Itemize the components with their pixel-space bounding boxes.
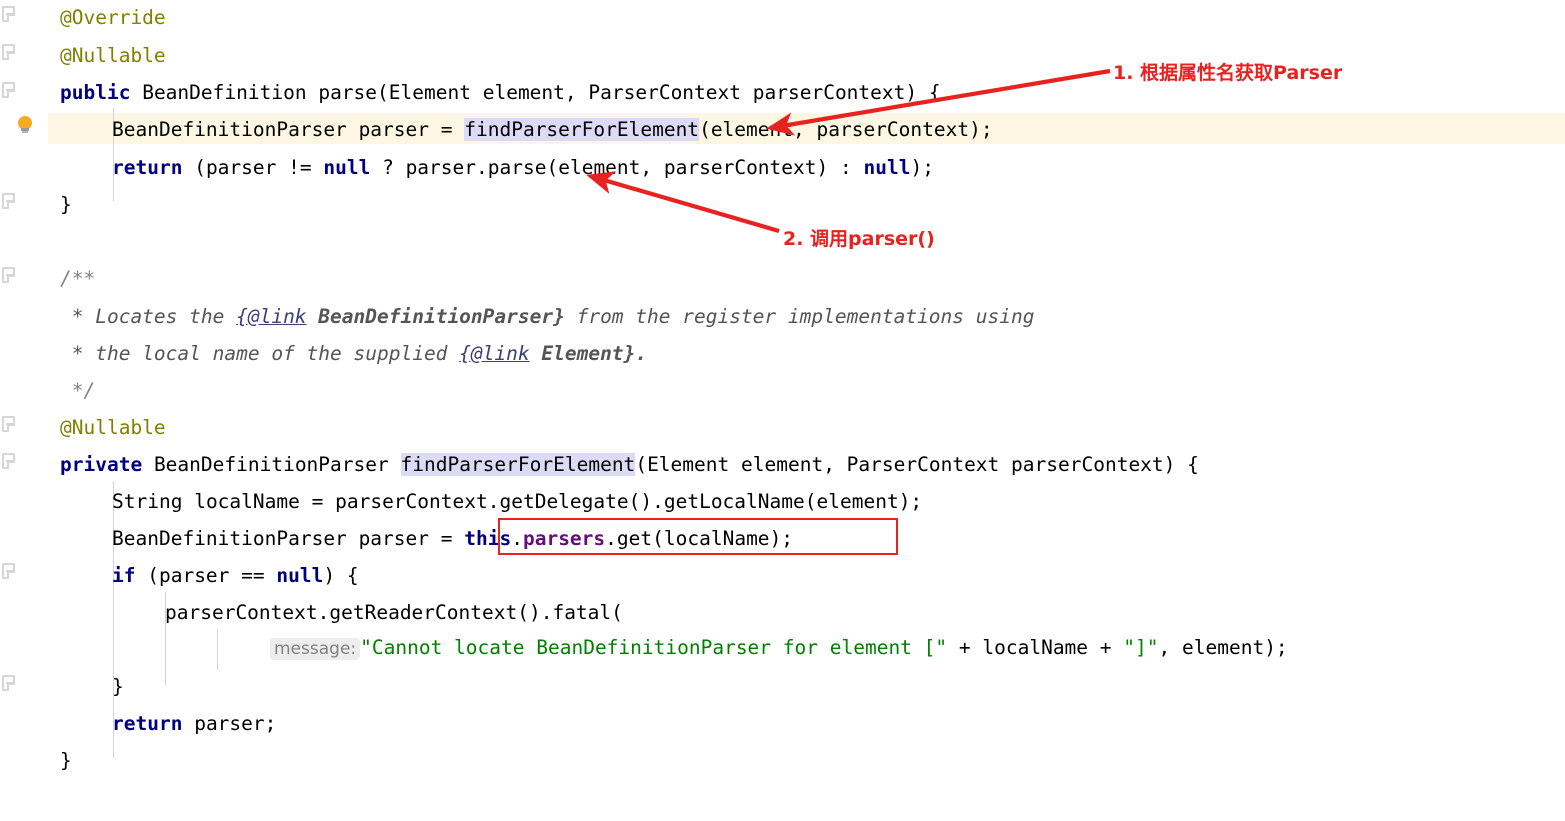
fold-region-icon[interactable] [2,267,17,284]
param-parser-context: parserContext [816,118,970,141]
var-local-name: localName [663,527,770,550]
parameter-hint-message: message: [270,638,361,660]
var-local-name: localName [194,490,300,513]
param-parser-context: parserContext [335,490,488,513]
param-element: element [741,453,824,476]
var-parser: parser [194,712,265,735]
keyword-private: private [60,453,143,476]
javadoc-link-tag[interactable]: {@link [236,305,306,328]
type-parser-context: ParserContext [846,453,1000,476]
method-find-parser-for-element[interactable]: findParserForElement [400,453,636,476]
method-parse: parse [487,156,547,179]
param-element: element [1182,636,1265,659]
var-parser: parser [405,156,477,179]
type-bean-definition-parser: BeanDefinitionParser [112,527,347,550]
code-line-nullable-1[interactable]: @Nullable [60,40,166,71]
fold-region-icon[interactable] [2,453,17,470]
keyword-null: null [863,156,911,179]
annotation-nullable: @Nullable [60,416,166,439]
keyword-null: null [276,564,324,587]
code-line-close-brace-2[interactable]: } [60,745,72,776]
fold-region-icon[interactable] [2,416,17,433]
param-element: element [558,156,641,179]
javadoc-link-target: Element}. [529,342,648,365]
code-line-fatal-call[interactable]: parserContext.getReaderContext().fatal( [165,597,623,628]
code-editor[interactable]: @Override @Nullable public BeanDefinitio… [0,0,1565,821]
code-line-close-brace-1[interactable]: } [60,189,72,220]
param-parser-context: parserContext [1011,453,1164,476]
javadoc-close: */ [60,379,96,402]
fold-region-icon[interactable] [2,193,17,210]
keyword-return: return [112,156,183,179]
annotation-nullable: @Nullable [60,44,166,67]
field-parsers: parsers [522,527,606,550]
code-line-local-name[interactable]: String localName = parserContext.getDele… [112,486,922,517]
keyword-return: return [112,712,183,735]
fold-region-icon[interactable] [2,563,17,580]
javadoc-link-target: BeanDefinitionParser} [306,305,565,328]
code-line-if-null[interactable]: if (parser == null) { [112,560,359,591]
code-line-javadoc-1[interactable]: * Locates the {@link BeanDefinitionParse… [60,301,1035,332]
type-parser-context: ParserContext [588,81,742,104]
type-bean-definition-parser: BeanDefinitionParser [112,118,347,141]
keyword-if: if [112,564,136,587]
code-line-fatal-message[interactable]: message: "Cannot locate BeanDefinitionPar… [270,632,1288,663]
param-element: element [816,490,899,513]
fold-region-icon[interactable] [2,675,17,692]
var-parser: parser [358,118,430,141]
code-line-parsers-get[interactable]: BeanDefinitionParser parser = this.parse… [112,523,793,554]
type-bean-definition: BeanDefinition [142,81,307,104]
param-parser-context: parserContext [165,601,318,624]
string-literal-close: "]" [1123,636,1159,659]
param-parser-context: parserContext [752,81,906,104]
keyword-null: null [323,156,371,179]
type-element: Element [388,81,471,104]
annotation-override: @Override [60,6,166,29]
method-parse: parse [318,81,378,104]
code-line-javadoc-2[interactable]: * the local name of the supplied {@link … [60,338,647,369]
code-content[interactable]: @Override @Nullable public BeanDefinitio… [0,0,1565,821]
code-line-override[interactable]: @Override [60,2,166,33]
fold-region-icon[interactable] [2,82,17,99]
intention-lightbulb-icon[interactable] [16,116,34,135]
call-get-delegate: getDelegate [499,490,629,513]
code-line-return-ternary[interactable]: return (parser != null ? parser.parse(el… [112,152,934,183]
type-string: String [112,490,183,513]
param-element: element [482,81,565,104]
javadoc-link-tag[interactable]: {@link [459,342,529,365]
javadoc-text: * the local name of the supplied [60,342,460,365]
code-line-parse-signature[interactable]: public BeanDefinition parse(Element elem… [60,77,941,108]
var-parser: parser [358,527,430,550]
code-line-javadoc-close[interactable]: */ [60,375,96,406]
var-local-name: localName [982,636,1089,659]
var-parser: parser [158,564,230,587]
fold-region-icon[interactable] [2,44,17,61]
editor-gutter[interactable] [0,0,48,821]
code-line-close-brace-if[interactable]: } [112,671,124,702]
keyword-public: public [60,81,131,104]
annotation-label-2: 2. 调用parser() [783,228,935,250]
call-get-reader-context: getReaderContext [329,601,518,624]
javadoc-text: * Locates the [60,305,237,328]
string-literal-open: "Cannot locate BeanDefinitionParser for … [360,636,948,659]
code-line-return-parser[interactable]: return parser; [112,708,276,739]
annotation-label-1: 1. 根据属性名获取Parser [1113,62,1343,84]
code-line-find-parser-call[interactable]: BeanDefinitionParser parser = findParser… [112,114,993,145]
code-line-find-parser-signature[interactable]: private BeanDefinitionParser findParserF… [60,449,1199,480]
call-get-local-name: getLocalName [663,490,805,513]
param-parser-context: parserContext [663,156,817,179]
javadoc-open: /** [60,267,96,290]
code-line-javadoc-open[interactable]: /** [60,263,95,294]
type-bean-definition-parser: BeanDefinitionParser [153,453,389,476]
type-element: Element [647,453,730,476]
fold-region-icon[interactable] [2,6,17,23]
method-find-parser-for-element[interactable]: findParserForElement [464,118,700,141]
code-line-nullable-2[interactable]: @Nullable [60,412,166,443]
param-element: element [710,118,793,141]
call-fatal: fatal [552,601,612,624]
var-parser: parser [205,156,277,179]
javadoc-text: from the register implementations using [564,305,1035,328]
call-get: get [616,527,653,550]
keyword-this: this [464,527,512,550]
